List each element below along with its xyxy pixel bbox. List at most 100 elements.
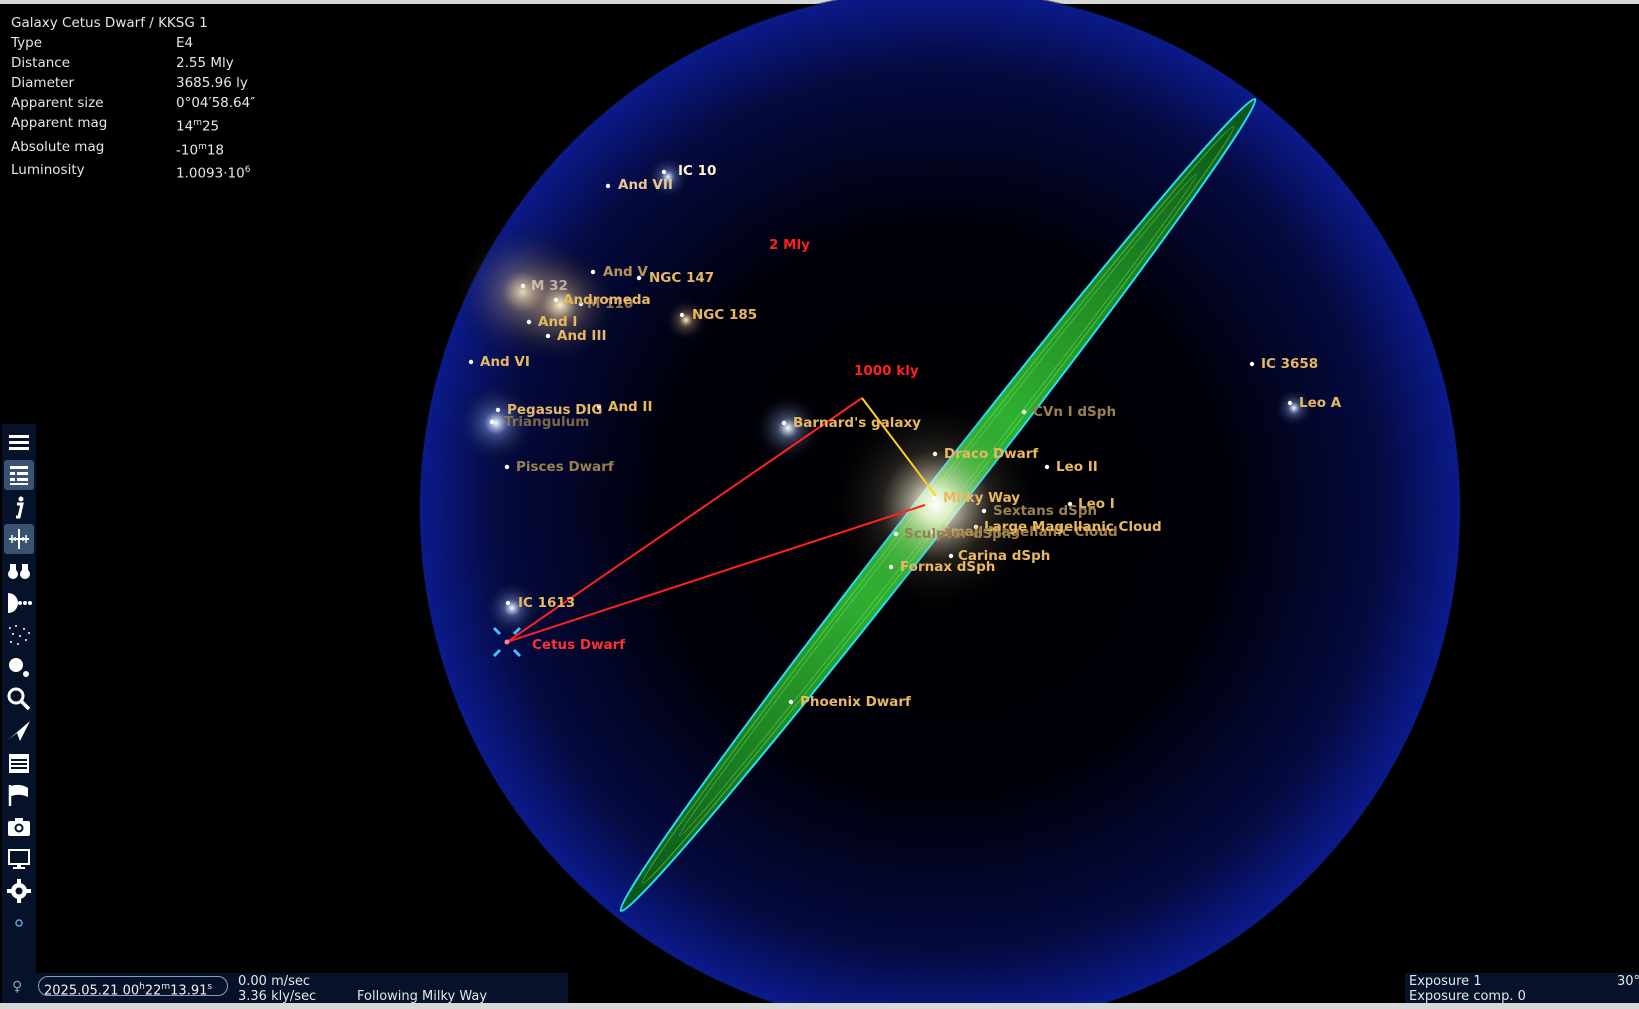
galaxy-marker[interactable]	[888, 564, 894, 570]
more-button[interactable]	[4, 908, 34, 938]
info-value: 14m25	[176, 118, 220, 135]
galaxy-marker[interactable]	[468, 359, 474, 365]
galaxy-label[interactable]: And VI	[480, 354, 530, 370]
galaxy-label[interactable]: Leo A	[1299, 395, 1342, 411]
galaxy-label[interactable]: Draco Dwarf	[944, 446, 1038, 462]
galaxy-label[interactable]: And III	[557, 328, 607, 344]
object-list-icon	[10, 466, 28, 485]
galaxy-marker[interactable]	[545, 333, 551, 339]
galaxy-label[interactable]: Barnard's galaxy	[793, 415, 921, 431]
exposure-comp-label: Exposure comp. 0	[1409, 989, 1526, 1004]
menu-button[interactable]	[4, 428, 34, 458]
galaxy-marker[interactable]	[505, 600, 511, 606]
galaxy-label[interactable]: IC 3658	[1261, 356, 1318, 372]
galaxy-label[interactable]: And VII	[618, 177, 673, 193]
galaxy-label[interactable]: CVn I dSph	[1033, 404, 1116, 420]
planetarium-icon	[8, 593, 32, 613]
info-row-absolute-mag: Absolute mag -10m18	[11, 137, 255, 161]
galaxy-label[interactable]: Sculptor dSph	[904, 526, 1011, 542]
settings-button[interactable]	[4, 876, 34, 906]
galaxy-marker[interactable]	[679, 312, 685, 318]
galaxy-marker[interactable]	[661, 169, 667, 175]
galaxy-label[interactable]: Pisces Dwarf	[516, 459, 614, 475]
galaxy-marker[interactable]	[981, 508, 987, 514]
menu-icon	[9, 435, 29, 450]
search-icon	[7, 687, 31, 711]
planetarium-button[interactable]	[4, 588, 34, 618]
info-value: 2.55 Mly	[176, 55, 234, 71]
info-value: 3685.96 ly	[176, 75, 248, 91]
binoculars-button[interactable]	[4, 556, 34, 586]
camera-icon	[8, 818, 30, 836]
camera-button[interactable]	[4, 812, 34, 842]
galaxy-label[interactable]: NGC 185	[692, 307, 757, 323]
object-title: Galaxy Cetus Dwarf / KKSG 1	[11, 15, 208, 31]
left-toolbar	[2, 424, 36, 973]
galaxy-marker[interactable]	[932, 451, 938, 457]
info-value: -10m18	[176, 141, 225, 159]
galaxy-label[interactable]: NGC 147	[649, 270, 714, 286]
binoculars-icon	[8, 564, 30, 579]
galaxy-marker[interactable]	[1287, 400, 1293, 406]
starfield-button[interactable]	[4, 620, 34, 650]
galaxy-label[interactable]: IC 10	[678, 163, 716, 179]
info-label: Apparent mag	[11, 115, 108, 131]
following-status: Following Milky Way	[357, 989, 488, 1004]
galaxy-label[interactable]: M 110	[587, 296, 633, 312]
info-icon	[16, 496, 24, 519]
flag-icon	[8, 784, 28, 806]
status-bar: ♀ 2025.05.21 00h22m13.91s 0.00 m/sec 3.3…	[2, 973, 568, 1004]
galaxy-marker[interactable]	[520, 283, 526, 289]
object-list-button[interactable]	[4, 460, 34, 490]
galaxy-marker[interactable]	[781, 420, 787, 426]
pin-icon[interactable]: ♀	[12, 979, 22, 995]
display-button[interactable]	[4, 844, 34, 874]
galaxy-marker[interactable]	[553, 297, 559, 303]
galaxy-label[interactable]: And V	[603, 264, 648, 280]
galaxy-marker[interactable]	[504, 464, 510, 470]
exposure-label: Exposure 1	[1409, 974, 1482, 989]
planets-icon	[9, 658, 29, 677]
info-label: Absolute mag	[11, 138, 105, 155]
galaxy-marker[interactable]	[495, 407, 501, 413]
galaxy-marker[interactable]	[590, 269, 596, 275]
dot-icon	[15, 919, 23, 927]
galaxy-label[interactable]: Fornax dSph	[900, 559, 995, 575]
info-value: 0°04′58.64″	[176, 95, 256, 111]
galaxy-marker[interactable]	[605, 183, 611, 189]
galaxy-marker[interactable]	[948, 553, 954, 559]
galaxy-marker[interactable]	[1044, 464, 1050, 470]
galaxy-label[interactable]: Sextans dSph	[993, 503, 1097, 519]
scale-label-outer: 2 Mly	[769, 237, 810, 253]
galaxy-label[interactable]: Leo II	[1056, 459, 1098, 475]
galaxy-marker[interactable]	[526, 319, 532, 325]
info-row-apparent-mag: Apparent mag 14m25	[11, 113, 255, 137]
info-label: Diameter	[11, 75, 75, 91]
distance-button[interactable]	[4, 524, 34, 554]
scale-label-inner: 1000 kly	[854, 363, 919, 379]
window-bottom-edge	[0, 1003, 1639, 1009]
date-time-field[interactable]: 2025.05.21 00h22m13.91s	[38, 976, 228, 998]
galaxy-label[interactable]: IC 1613	[518, 595, 575, 611]
galaxy-marker[interactable]	[931, 495, 937, 501]
info-label: Luminosity	[11, 162, 85, 178]
galaxy-marker[interactable]	[893, 531, 899, 537]
galaxy-marker[interactable]	[1021, 409, 1027, 415]
info-button[interactable]	[4, 492, 34, 522]
galaxy-marker[interactable]	[489, 419, 495, 425]
fov-label: 30°	[1617, 974, 1639, 989]
galaxy-marker[interactable]	[1249, 361, 1255, 367]
planets-button[interactable]	[4, 652, 34, 682]
spaceship-button[interactable]	[4, 716, 34, 746]
calendar-button[interactable]	[4, 748, 34, 778]
flag-button[interactable]	[4, 780, 34, 810]
galaxy-label[interactable]: Triangulum	[504, 414, 589, 430]
distance-icon	[9, 529, 29, 549]
galaxy-label[interactable]: And II	[608, 399, 652, 415]
galaxy-marker[interactable]	[788, 699, 794, 705]
display-icon	[8, 849, 30, 869]
info-value: 1.0093·106	[176, 165, 251, 182]
info-row-distance: Distance 2.55 Mly	[11, 53, 255, 73]
galaxy-label[interactable]: Phoenix Dwarf	[800, 694, 911, 710]
search-button[interactable]	[4, 684, 34, 714]
